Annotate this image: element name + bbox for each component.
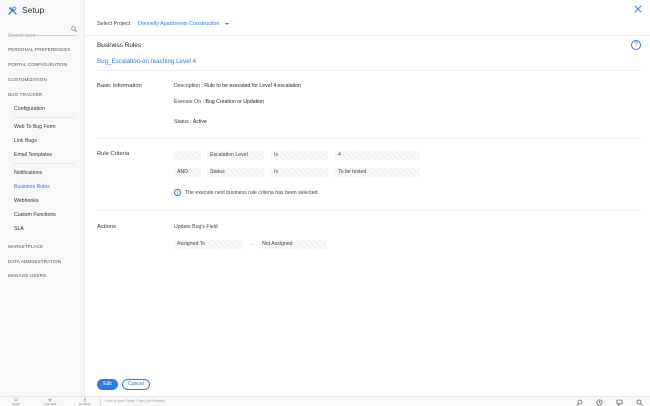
divider	[14, 163, 74, 164]
app-title: Setup	[22, 5, 45, 15]
setup-window: Setup PERSONAL PREFERENCES PORTAL CONFIG…	[0, 0, 650, 406]
close-icon[interactable]	[634, 5, 642, 13]
actions-heading: Actions	[97, 224, 117, 230]
section-bug-tracker[interactable]: BUG TRACKER	[8, 92, 42, 97]
project-dropdown[interactable]: Donnelly Apartments Construction	[138, 21, 229, 27]
divider	[97, 210, 642, 211]
chats-label: Chats	[12, 401, 20, 406]
zia-search-icon[interactable]	[576, 399, 583, 406]
divider	[97, 70, 642, 71]
action-field: Assigned To	[174, 240, 242, 249]
arrow-right-icon: →	[249, 241, 254, 247]
description-row: Description : Rule to be executed for Le…	[174, 83, 301, 89]
chats-button[interactable]: Chats	[6, 398, 26, 406]
criteria-connector: AND	[174, 168, 201, 177]
basic-info-heading: Basic Information	[97, 83, 142, 89]
page-title: Business Rules	[97, 42, 142, 49]
tools-icon	[8, 6, 17, 15]
action-value: Not Assigned	[259, 240, 327, 249]
section-marketplace[interactable]: MARKETPLACE	[8, 244, 43, 249]
info-icon: i	[174, 189, 181, 196]
edit-button[interactable]: Edit	[97, 379, 118, 390]
description-label: Description :	[174, 83, 203, 89]
section-data-administration[interactable]: DATA ADMINISTRATION	[8, 259, 61, 264]
execute-on-value: Bug Creation or Updation	[205, 99, 264, 105]
criteria-field: Escalation Level	[207, 151, 264, 160]
smart-chat-input[interactable]: Here is your Smart Chat (Ctrl+Space)	[100, 398, 570, 406]
zoom-search-icon[interactable]	[636, 399, 643, 406]
project-name: Donnelly Apartments Construction	[138, 21, 220, 27]
channels-label: Channels	[43, 401, 57, 406]
clock-icon[interactable]	[596, 399, 603, 406]
divider	[14, 117, 74, 118]
status-label: Status :	[174, 119, 192, 125]
project-bar: Select Project Donnelly Apartments Const…	[85, 0, 650, 36]
message-icon[interactable]	[616, 399, 623, 406]
sidebar-item-configuration[interactable]: Configuration	[14, 106, 45, 112]
sidebar-item-web-to-bug-form[interactable]: Web To Bug Form	[14, 124, 56, 130]
criteria-value: To be tested	[335, 168, 420, 177]
section-portal-configuration[interactable]: PORTAL CONFIGURATION	[8, 62, 67, 67]
cancel-button[interactable]: Cancel	[122, 379, 150, 390]
sidebar-item-custom-functions[interactable]: Custom Functions	[14, 212, 56, 218]
help-icon[interactable]: ?	[631, 40, 641, 50]
brand: Setup	[8, 4, 44, 16]
contacts-button[interactable]: Contacts	[75, 398, 95, 406]
divider	[97, 138, 642, 139]
section-personal-preferences[interactable]: PERSONAL PREFERENCES	[8, 47, 71, 52]
search-icon[interactable]	[71, 26, 77, 32]
rule-name-link[interactable]: Bug_Escalation-on reaching Level 4	[97, 58, 196, 65]
criteria-operator: Is	[271, 168, 328, 177]
description-value: Rule to be executed for Level 4 escalati…	[204, 83, 301, 89]
criteria-info: i The execute next business rule criteri…	[174, 189, 319, 196]
contacts-label: Contacts	[79, 401, 91, 406]
execute-on-label: Execute On :	[174, 99, 204, 105]
criteria-operator: Is	[271, 151, 328, 160]
sidebar-item-link-bugs[interactable]: Link Bugs	[14, 138, 37, 144]
sidebar-item-notifications[interactable]: Notifications	[14, 170, 42, 176]
criteria-info-text: The execute next business rule criteria …	[185, 189, 319, 196]
sidebar: Setup PERSONAL PREFERENCES PORTAL CONFIG…	[0, 0, 85, 396]
section-customization[interactable]: CUSTOMIZATION	[8, 77, 47, 82]
actions-subheading: Update Bug's Field	[174, 224, 218, 230]
bottom-bar: Chats Channels Contacts Here is your Sma…	[0, 396, 650, 406]
sidebar-item-email-templates[interactable]: Email Templates	[14, 152, 52, 158]
status-row: Status : Active	[174, 119, 207, 125]
status-value: Active	[192, 119, 207, 125]
section-manage-users[interactable]: MANAGE USERS	[8, 273, 46, 278]
select-project-label: Select Project	[97, 21, 131, 27]
main-content: Select Project Donnelly Apartments Const…	[85, 0, 650, 396]
sidebar-search	[8, 24, 77, 42]
execute-on-row: Execute On : Bug Creation or Updation	[174, 99, 264, 105]
sidebar-item-sla[interactable]: SLA	[14, 226, 24, 232]
sidebar-item-webhooks[interactable]: Webhooks	[14, 198, 38, 204]
criteria-field: Status	[207, 168, 264, 177]
chevron-down-icon	[224, 23, 229, 25]
channels-button[interactable]: Channels	[40, 398, 60, 406]
sidebar-item-business-rules[interactable]: Business Rules	[14, 184, 50, 190]
rule-criteria-heading: Rule Criteria	[97, 151, 130, 157]
criteria-connector	[174, 151, 201, 160]
criteria-value: 4	[335, 151, 420, 160]
search-input[interactable]	[8, 30, 66, 42]
